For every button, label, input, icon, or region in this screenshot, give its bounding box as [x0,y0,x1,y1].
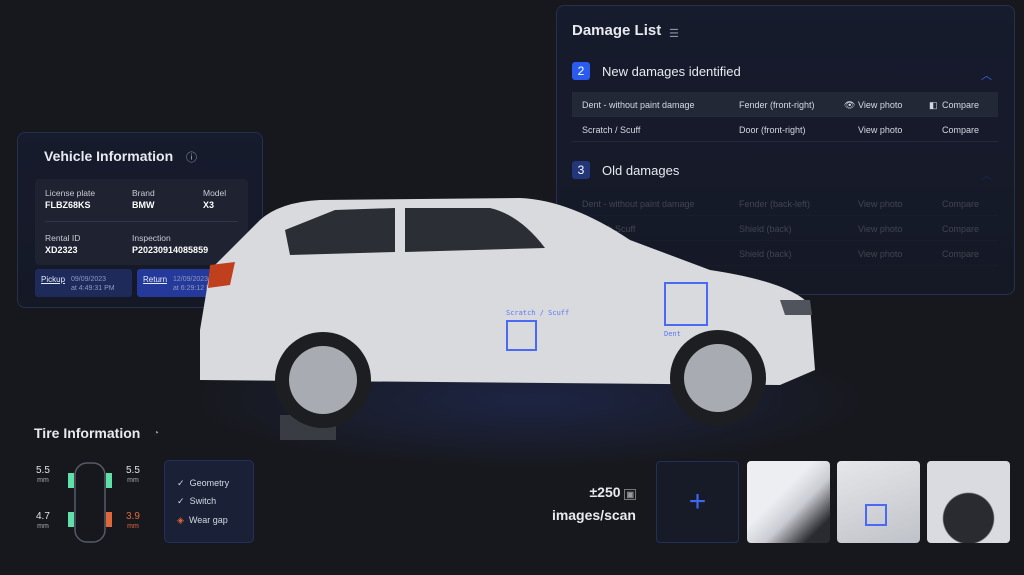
compare-link[interactable]: Compare [942,199,979,209]
table-row: Scratch / Scuff Door (front-right) View … [572,117,998,142]
eye-icon: 👁 [844,100,856,110]
compare-link[interactable]: Compare [942,100,979,110]
check-wear-gap: ◈ Wear gap [177,515,228,525]
vehicle-info-title: Vehicle Information [44,148,174,164]
rental-field: Rental ID XD2323 [45,233,81,255]
compare-icon: ◧ [929,100,938,110]
car-image [200,198,815,440]
view-photo-link[interactable]: View photo [858,125,902,135]
tire-info-title: Tire Information [34,425,141,441]
tire-rear-right: 3.9 mm [126,511,140,531]
check-switch: ✓ Switch [177,496,217,506]
add-photo-button[interactable]: + [656,461,739,543]
damage-list-title: Damage List [572,22,662,39]
list-icon: ☰ [669,28,679,40]
compare-link[interactable]: Compare [942,125,979,135]
dent-label: Dent [664,330,681,338]
new-damages-title: New damages identified [602,63,741,79]
old-damages-header[interactable]: 3 Old damages [572,161,679,179]
new-damages-count: 2 [572,62,590,80]
pickup-link[interactable]: Pickup [41,275,65,284]
tire-front-left: 5.5 mm [36,465,50,485]
scan-count: ±250 ▣ images/scan [552,482,636,526]
pickup-date: Pickup 09/09/2023 at 4:49:31 PM [35,269,132,297]
dent-marker[interactable] [664,282,708,326]
tire-front-right: 5.5 mm [126,465,140,485]
old-damages-count: 3 [572,161,590,179]
compare-link[interactable]: Compare [942,224,979,234]
view-photo-link[interactable]: View photo [858,249,902,259]
check-icon: ✓ [177,496,185,506]
scratch-marker[interactable] [506,320,537,351]
view-photo-link[interactable]: View photo [858,224,902,234]
scratch-marker [865,504,887,526]
old-damages-title: Old damages [602,162,680,178]
photo-thumbnail-wheel[interactable] [927,461,1010,543]
car-top-view-icon [68,462,112,543]
view-photo-link[interactable]: View photo [858,199,902,209]
scan-count-value: ±250 [589,484,621,500]
tire-checks: ✓ Geometry ✓ Switch ◈ Wear gap [164,460,254,543]
check-geometry: ✓ Geometry [177,478,230,488]
tire-rear-left: 4.7 mm [36,511,50,531]
brand-field: Brand BMW [132,188,155,210]
view-photo-link[interactable]: View photo [858,100,902,110]
photo-thumbnail-headlight[interactable] [747,461,830,543]
new-damages-header[interactable]: 2 New damages identified [572,62,741,80]
image-icon: ▣ [624,489,636,500]
gauge-icon: ◔ [153,428,160,439]
info-icon[interactable]: ⓘ [186,149,197,165]
scratch-label: Scratch / Scuff [506,309,570,317]
photo-thumbnail-door[interactable] [837,461,920,543]
return-link[interactable]: Return [143,275,167,284]
damage-type: Dent - without paint damage [582,100,695,110]
compare-link[interactable]: Compare [942,249,979,259]
table-row: Dent - without paint damage Fender (fron… [572,92,998,117]
chevron-up-icon[interactable]: ︿ [981,67,992,83]
damage-part: Fender (front-right) [739,100,815,110]
license-field: License plate FLBZ68KS [45,188,96,210]
check-icon: ✓ [177,478,185,488]
damage-part: Door (front-right) [739,125,806,135]
chevron-up-icon[interactable]: ︿ [981,167,992,183]
scan-count-label: images/scan [551,507,636,523]
damage-type: Scratch / Scuff [582,125,641,135]
warning-icon: ◈ [177,515,184,525]
